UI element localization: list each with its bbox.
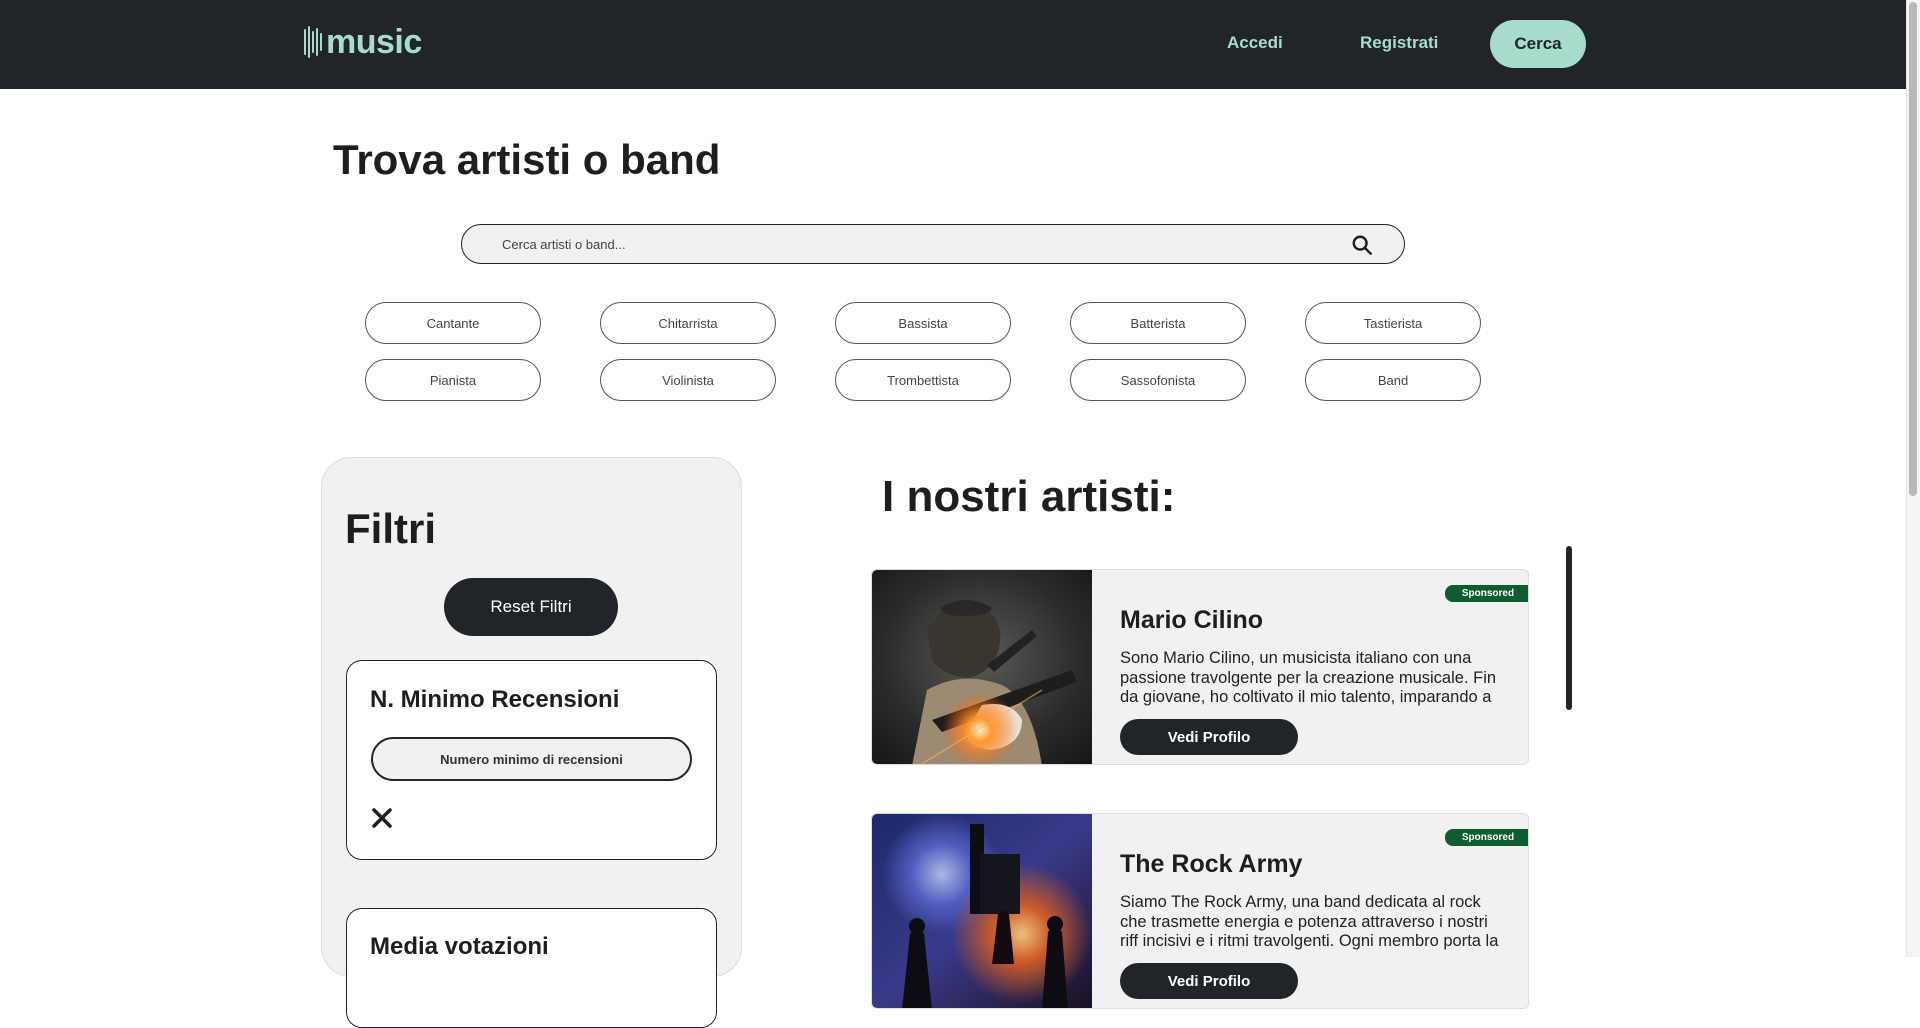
artist-bio: Siamo The Rock Army, una band dedicata a… [1120,893,1499,950]
artist-bio: Sono Mario Cilino, un musicista italiano… [1120,649,1497,706]
search-nav-button[interactable]: Cerca [1490,20,1586,68]
category-chip-band[interactable]: Band [1305,359,1481,401]
login-link[interactable]: Accedi [1227,33,1283,53]
artist-card: Sponsored Mario Cilino Sono Mario Cilino… [871,569,1529,765]
sound-wave-icon [304,26,322,58]
min-reviews-input[interactable] [371,737,692,781]
logo[interactable]: music [304,24,422,60]
search-icon[interactable] [1351,234,1373,256]
category-chip-trombettista[interactable]: Trombettista [835,359,1011,401]
category-chip-chitarrista[interactable]: Chitarrista [600,302,776,344]
search-bar [461,224,1405,264]
min-reviews-filter-card: N. Minimo Recensioni [346,660,717,860]
min-reviews-title: N. Minimo Recensioni [370,686,620,713]
filters-title: Filtri [345,505,436,552]
category-chip-cantante[interactable]: Cantante [365,302,541,344]
artist-name: The Rock Army [1120,850,1303,878]
logo-text: music [326,23,422,61]
category-chip-bassista[interactable]: Bassista [835,302,1011,344]
sponsored-badge: Sponsored [1445,585,1528,602]
category-chip-pianista[interactable]: Pianista [365,359,541,401]
concert-photo [872,814,1092,1008]
sponsored-badge: Sponsored [1445,829,1528,846]
artist-name: Mario Cilino [1120,606,1264,634]
category-chip-tastierista[interactable]: Tastierista [1305,302,1481,344]
search-input[interactable] [502,225,1322,263]
artist-card: Sponsored The Rock Army Siamo The Rock A… [871,813,1529,1009]
close-icon[interactable] [371,807,393,829]
navbar: music Accedi Registrati Cerca [0,0,1906,89]
page-scrollbar-thumb[interactable] [1909,2,1917,496]
reset-filters-button[interactable]: Reset Filtri [444,578,618,636]
page-title: Trova artisti o band [333,136,721,183]
view-profile-button[interactable]: Vedi Profilo [1120,963,1298,999]
artists-list-scrollbar[interactable] [1566,546,1572,710]
category-chip-sassofonista[interactable]: Sassofonista [1070,359,1246,401]
artists-title: I nostri artisti: [882,472,1176,521]
category-chip-batterista[interactable]: Batterista [1070,302,1246,344]
category-chip-violinista[interactable]: Violinista [600,359,776,401]
avg-rating-filter-card: Media votazioni [346,908,717,1028]
view-profile-button[interactable]: Vedi Profilo [1120,719,1298,755]
register-link[interactable]: Registrati [1360,33,1438,53]
guitarist-photo [872,570,1092,764]
